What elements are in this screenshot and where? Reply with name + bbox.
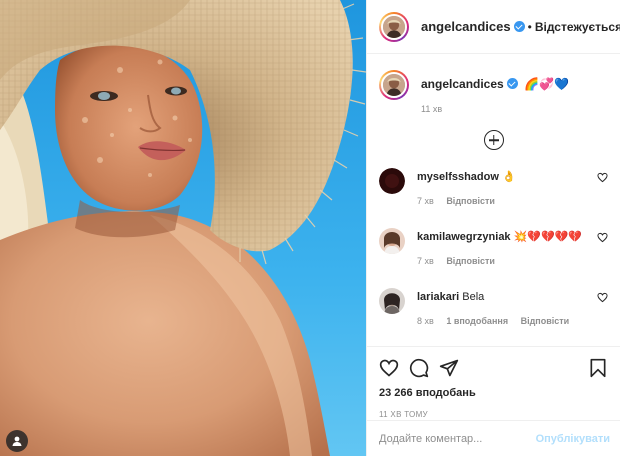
comment-item: lariakari Bela 8 хв 1 вподобання Відпові… (379, 288, 608, 328)
plus-circle-icon[interactable] (483, 130, 504, 150)
comment-like-heart-icon[interactable] (597, 232, 608, 243)
comment-avatar-image (379, 288, 405, 314)
comment-icon (409, 358, 429, 378)
comment-time: 7 хв (417, 256, 434, 266)
comment-username[interactable]: myselfsshadow (417, 171, 499, 183)
comment-like-heart-icon[interactable] (597, 172, 608, 183)
author-avatar[interactable] (379, 11, 409, 42)
comment-username[interactable]: kamilawegrzyniak (417, 231, 511, 243)
caption-username[interactable]: angelcandices (421, 77, 504, 91)
comment-avatar[interactable] (379, 168, 405, 194)
caption-text: 🌈💞💙 (524, 77, 569, 91)
add-comment-bar: Опублікувати (367, 420, 620, 456)
action-icons (379, 355, 608, 381)
comment-text: 💥💔💔💔💔 (513, 231, 583, 243)
author-username[interactable]: angelcandices (421, 19, 511, 34)
author-avatar-image (383, 15, 405, 38)
publish-button[interactable]: Опублікувати (536, 433, 610, 445)
comment-meta: 7 хв Відповісти (417, 254, 586, 268)
comment-avatar-image (379, 168, 405, 194)
comment-meta: 7 хв Відповісти (417, 194, 586, 208)
share-button[interactable] (439, 358, 459, 378)
post-header: angelcandices • Відстежується ⋯ (367, 0, 620, 54)
comment-avatar-image (379, 228, 405, 254)
comment-meta: 8 хв 1 вподобання Відповісти (417, 314, 586, 328)
heart-icon (379, 359, 399, 377)
post-image (0, 0, 366, 456)
caption: angelcandices 🌈💞💙 11 хв (379, 70, 608, 114)
post-timestamp[interactable]: 11 ХВ ТОМУ (379, 410, 608, 419)
likes-count[interactable]: 23 266 вподобань (379, 387, 608, 399)
caption-time: 11 хв (421, 104, 443, 114)
follow-status-button[interactable]: Відстежується (535, 20, 620, 34)
bookmark-icon (590, 358, 606, 378)
caption-avatar-image (383, 74, 405, 96)
user-tag-icon (12, 436, 22, 446)
comment-time: 7 хв (417, 196, 434, 206)
comment-input[interactable] (379, 432, 536, 445)
comment-text: Bela (462, 291, 485, 303)
comment-item: myselfsshadow 👌 7 хв Відповісти (379, 168, 608, 208)
like-button[interactable] (379, 358, 399, 378)
save-button[interactable] (588, 358, 608, 378)
load-more-comments (379, 130, 608, 150)
paper-plane-icon (439, 359, 459, 377)
comments-list[interactable]: angelcandices 🌈💞💙 11 хв myselfsshadow 👌 … (367, 54, 620, 346)
reply-button[interactable]: Відповісти (446, 196, 495, 206)
comment-like-heart-icon[interactable] (597, 292, 608, 303)
user-tag-button[interactable] (6, 430, 28, 452)
comment-avatar[interactable] (379, 228, 405, 254)
verified-badge-icon (513, 21, 525, 32)
comment-username[interactable]: lariakari (417, 291, 459, 303)
comment-time: 8 хв (417, 316, 434, 326)
header-separator: • (527, 19, 532, 34)
reply-button[interactable]: Відповісти (446, 256, 495, 266)
caption-body: angelcandices 🌈💞💙 11 хв (421, 77, 569, 114)
caption-verified-badge-icon (506, 78, 518, 89)
instagram-post: angelcandices • Відстежується ⋯ (0, 0, 620, 456)
caption-avatar[interactable] (379, 70, 409, 100)
comment-item: kamilawegrzyniak 💥💔💔💔💔 7 хв Відповісти (379, 228, 608, 268)
comment-avatar[interactable] (379, 288, 405, 314)
post-side-panel: angelcandices • Відстежується ⋯ (366, 0, 620, 456)
comment-button[interactable] (409, 358, 429, 378)
comment-text: 👌 (501, 171, 516, 183)
post-actions: 23 266 вподобань 11 ХВ ТОМУ (367, 346, 620, 420)
post-photo[interactable] (0, 0, 366, 456)
reply-button[interactable]: Відповісти (521, 316, 570, 326)
comment-likes-count[interactable]: 1 вподобання (446, 316, 508, 326)
